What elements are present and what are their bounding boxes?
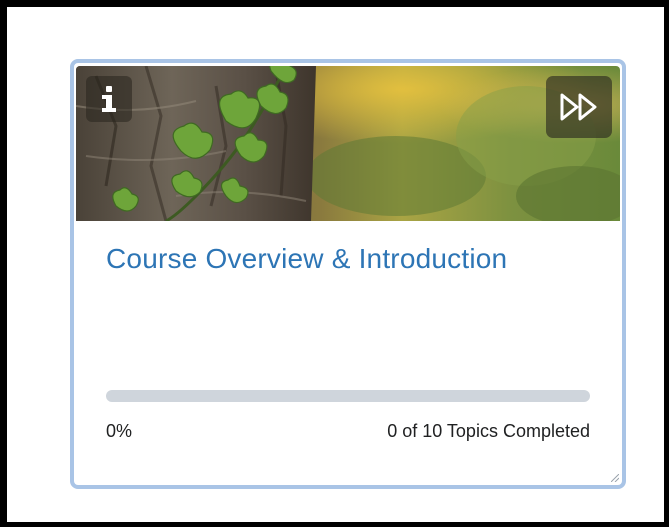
info-icon bbox=[102, 86, 116, 112]
topics-completed-text: 0 of 10 Topics Completed bbox=[387, 421, 590, 441]
course-title-link[interactable]: Course Overview & Introduction bbox=[106, 243, 507, 275]
ivy-tree-image bbox=[76, 66, 620, 221]
progress-percent: 0% bbox=[106, 421, 133, 441]
info-button[interactable] bbox=[86, 76, 132, 122]
fast-forward-icon bbox=[560, 93, 597, 121]
course-card[interactable]: Course Overview & Introduction 0% 0 of 1… bbox=[70, 59, 626, 489]
continue-button[interactable] bbox=[546, 76, 612, 138]
progress-bar bbox=[106, 390, 590, 402]
resize-grip-icon[interactable] bbox=[611, 474, 619, 482]
screenshot-frame: Course Overview & Introduction 0% 0 of 1… bbox=[0, 0, 669, 527]
course-banner-image[interactable] bbox=[76, 66, 620, 221]
